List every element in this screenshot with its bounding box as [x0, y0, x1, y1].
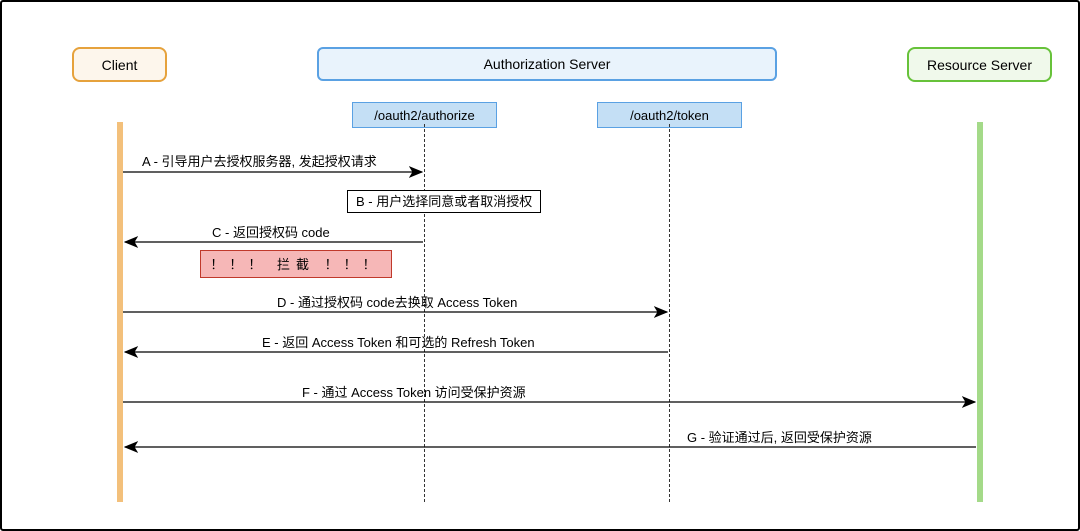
msg-e: E - 返回 Access Token 和可选的 Refresh Token	[262, 335, 535, 351]
msg-f: F - 通过 Access Token 访问受保护资源	[302, 385, 526, 401]
intercept-note: ！！！ 拦截 ！！！	[200, 250, 392, 278]
participant-resource: Resource Server	[907, 47, 1052, 82]
msg-g: G - 验证通过后, 返回受保护资源	[687, 430, 872, 446]
lifeline-client	[117, 122, 123, 502]
authorize-label: /oauth2/authorize	[374, 109, 474, 122]
msg-d: D - 通过授权码 code去换取 Access Token	[277, 295, 517, 311]
lifeline-resource	[977, 122, 983, 502]
resource-label: Resource Server	[927, 58, 1032, 72]
participant-client: Client	[72, 47, 167, 82]
msg-c: C - 返回授权码 code	[212, 225, 330, 241]
client-label: Client	[102, 58, 138, 72]
participant-auth-server: Authorization Server	[317, 47, 777, 81]
lifeline-token	[669, 124, 670, 502]
msg-a: A - 引导用户去授权服务器, 发起授权请求	[142, 154, 377, 170]
auth-server-label: Authorization Server	[484, 57, 611, 71]
diagram-frame: Client Authorization Server /oauth2/auth…	[0, 0, 1080, 531]
lifeline-authorize	[424, 124, 425, 502]
token-label: /oauth2/token	[630, 109, 709, 122]
msg-b: B - 用户选择同意或者取消授权	[347, 190, 541, 213]
